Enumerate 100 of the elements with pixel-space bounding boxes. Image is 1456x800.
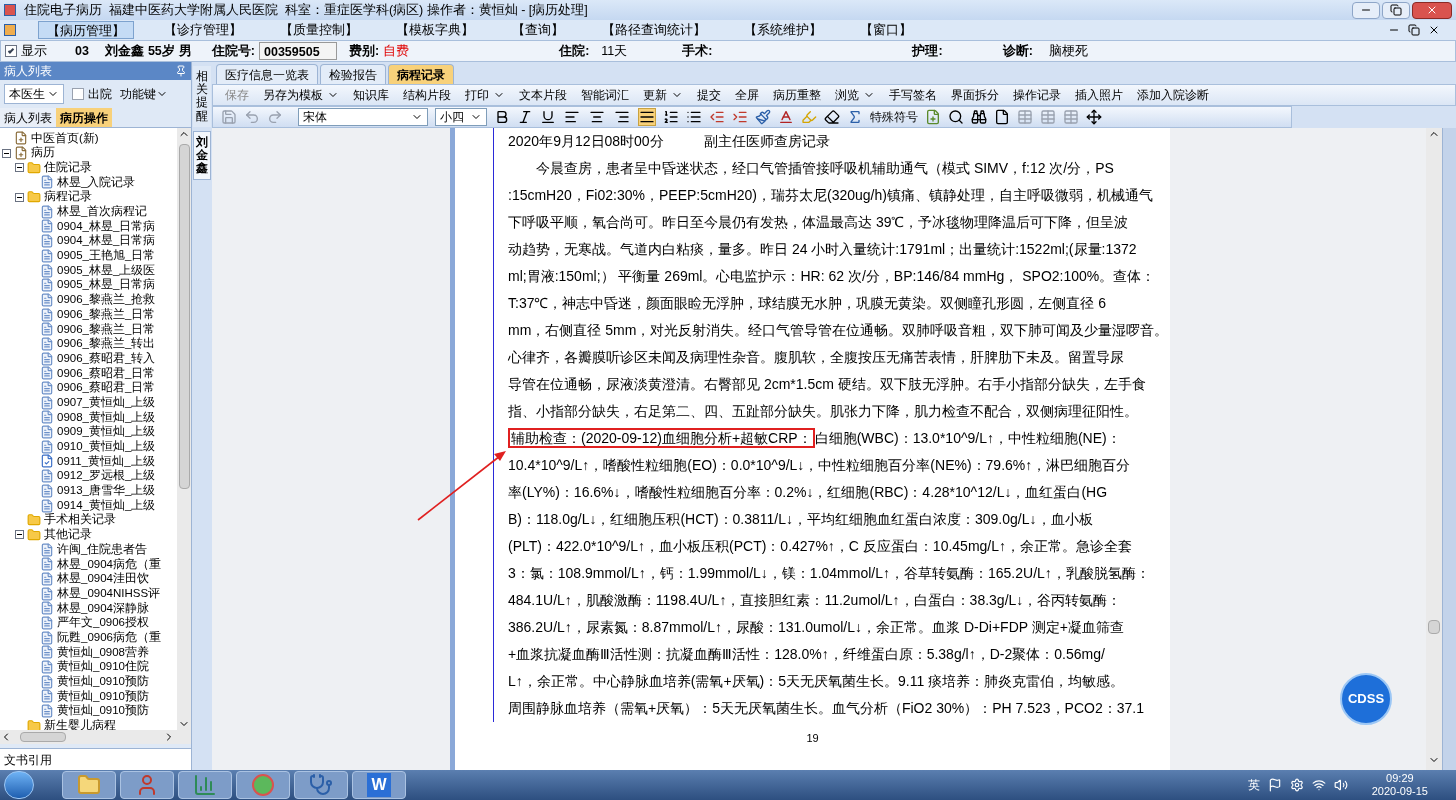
scroll-thumb[interactable] [1428, 620, 1440, 634]
folder-icon[interactable] [77, 773, 101, 797]
tree-item[interactable]: 0906_黎燕兰_转出 [57, 338, 156, 350]
tree-item[interactable]: 黄恒灿_0908营养 [57, 646, 149, 659]
move-icon[interactable] [1086, 109, 1102, 125]
tree-item[interactable]: 许闽_住院患者告 [57, 543, 148, 556]
tree-item[interactable]: 林昱_0904NIHSS评 [57, 587, 161, 600]
menu-item[interactable]: 【病历管理】 [38, 21, 134, 39]
redo-icon[interactable] [267, 109, 283, 125]
cdss-button[interactable]: CDSS [1340, 673, 1392, 725]
toolbar-button[interactable]: 更新 [643, 86, 683, 104]
numbered-list-icon[interactable] [663, 109, 679, 125]
collapse-toggle[interactable] [15, 163, 24, 173]
start-button[interactable] [4, 771, 34, 799]
tree-item[interactable]: 0906_黎燕兰_日常 [57, 308, 156, 321]
collapse-toggle[interactable] [15, 530, 24, 540]
taskbar-app[interactable]: W [352, 771, 406, 799]
tree-item[interactable]: 林昱_首次病程记 [57, 206, 148, 218]
toolbar-button[interactable]: 全屏 [735, 86, 759, 104]
menu-item[interactable]: 【窗口】 [852, 21, 920, 39]
ime-indicator[interactable]: 英 [1247, 776, 1260, 794]
taskbar-app[interactable] [236, 771, 290, 799]
scrollbar[interactable] [1426, 128, 1442, 770]
tree-item[interactable]: 新生婴儿病程 [44, 720, 116, 730]
tree-item[interactable]: 病历 [31, 147, 55, 159]
tree-item[interactable]: 0907_黄恒灿_上级 [57, 396, 156, 409]
font-size-dropdown[interactable]: 小四 [435, 108, 487, 126]
tree-item[interactable]: 0909_黄恒灿_上级 [57, 426, 156, 438]
scroll-thumb[interactable] [178, 144, 190, 489]
tree-item[interactable]: 其他记录 [44, 529, 92, 541]
font-dropdown[interactable]: 宋体 [298, 108, 428, 126]
tree-item[interactable]: 0910_黄恒灿_上级 [57, 441, 156, 453]
footer-field[interactable]: 文书引用 [0, 748, 191, 770]
menu-item[interactable]: 【查询】 [504, 21, 572, 39]
collapse-toggle[interactable] [15, 192, 24, 202]
menu-item[interactable]: 【模板字典】 [388, 21, 482, 39]
tree-item[interactable]: 林昱_0904洼田饮 [57, 573, 149, 585]
admission-number-field[interactable]: 00359505 [259, 42, 337, 60]
tree-item[interactable]: 黄恒灿_0910预防 [57, 705, 149, 717]
menu-item[interactable]: 【系统维护】 [736, 21, 830, 39]
taskbar-app[interactable] [120, 771, 174, 799]
special-symbols-button[interactable]: 特殊符号 [870, 108, 918, 126]
italic-icon[interactable] [517, 109, 533, 125]
close-button[interactable] [1412, 1, 1452, 19]
align-justify-button[interactable] [638, 108, 656, 126]
volume-icon[interactable] [1333, 778, 1348, 792]
bullet-list-icon[interactable] [686, 109, 702, 125]
collapse-toggle[interactable] [2, 148, 11, 158]
toolbar-button[interactable]: 智能词汇 [581, 86, 629, 104]
tree-item[interactable]: 住院记录 [44, 161, 92, 174]
document-tab[interactable]: 检验报告 [320, 64, 386, 84]
side-tab[interactable]: 刘金鑫 [193, 130, 211, 181]
restore-icon[interactable] [1408, 24, 1420, 36]
function-key-dropdown[interactable]: 功能键 [120, 85, 168, 103]
new-document-icon[interactable] [925, 109, 941, 125]
tree-item[interactable]: 0905_林昱_日常病 [57, 279, 156, 291]
brush-icon[interactable] [755, 109, 771, 125]
minimize-button[interactable] [1352, 1, 1380, 19]
discharged-checkbox[interactable] [72, 88, 84, 100]
toolbar-button[interactable]: 提交 [697, 86, 721, 104]
tree-item[interactable]: 0904_林昱_日常病 [57, 220, 156, 233]
menu-item[interactable]: 【诊疗管理】 [156, 21, 250, 39]
toolbar-button[interactable]: 手写签名 [889, 86, 937, 104]
tree-item[interactable]: 黄恒灿_0910住院 [57, 661, 149, 673]
toolbar-button[interactable]: 打印 [465, 86, 505, 104]
page-icon[interactable] [994, 109, 1010, 125]
document-tab[interactable]: 医疗信息一览表 [216, 64, 318, 84]
tree-item[interactable]: 中医首页(新) [31, 132, 99, 145]
tree-item[interactable]: 0905_王艳旭_日常 [57, 250, 156, 262]
sigma-icon[interactable] [847, 109, 863, 125]
underline-icon[interactable] [540, 109, 556, 125]
eraser-icon[interactable] [824, 109, 840, 125]
scroll-thumb[interactable] [20, 732, 66, 742]
tree-item[interactable]: 0911_黄恒灿_上级 [57, 455, 155, 468]
side-tab[interactable]: 相关提醒 [193, 66, 211, 127]
indent-icon[interactable] [732, 109, 748, 125]
menu-item[interactable]: 【路径查询统计】 [594, 21, 714, 39]
tree-item[interactable]: 0912_罗远根_上级 [57, 470, 156, 482]
undo-icon[interactable] [244, 109, 260, 125]
network-icon[interactable] [1311, 778, 1326, 792]
search-icon[interactable] [948, 109, 964, 125]
tree-item[interactable]: 林昱_0904病危（重 [57, 558, 161, 571]
save-icon[interactable] [221, 109, 237, 125]
toolbar-button[interactable]: 界面拆分 [951, 86, 999, 104]
toolbar-button[interactable]: 操作记录 [1013, 86, 1061, 104]
panel-tab[interactable]: 病人列表 [0, 108, 56, 127]
tree-item[interactable]: 0906_蔡昭君_日常 [57, 367, 156, 380]
show-checkbox[interactable] [5, 45, 17, 57]
tree-item[interactable]: 手术相关记录 [44, 514, 116, 526]
menu-item[interactable]: 【质量控制】 [272, 21, 366, 39]
tree-item[interactable]: 黄恒灿_0910预防 [57, 676, 149, 688]
tree-item[interactable]: 0905_林昱_上级医 [57, 264, 156, 277]
tree-item[interactable]: 0913_唐雪华_上级 [57, 485, 156, 497]
toolbar-button[interactable]: 浏览 [835, 86, 875, 104]
tree-item[interactable]: 0906_蔡昭君_日常 [57, 382, 156, 394]
outdent-icon[interactable] [709, 109, 725, 125]
tree-item[interactable]: 0906_蔡昭君_转入 [57, 352, 156, 365]
tree-item[interactable]: 林昱_入院记录 [57, 176, 136, 189]
bold-icon[interactable] [494, 109, 510, 125]
scrollbar[interactable] [177, 128, 191, 730]
